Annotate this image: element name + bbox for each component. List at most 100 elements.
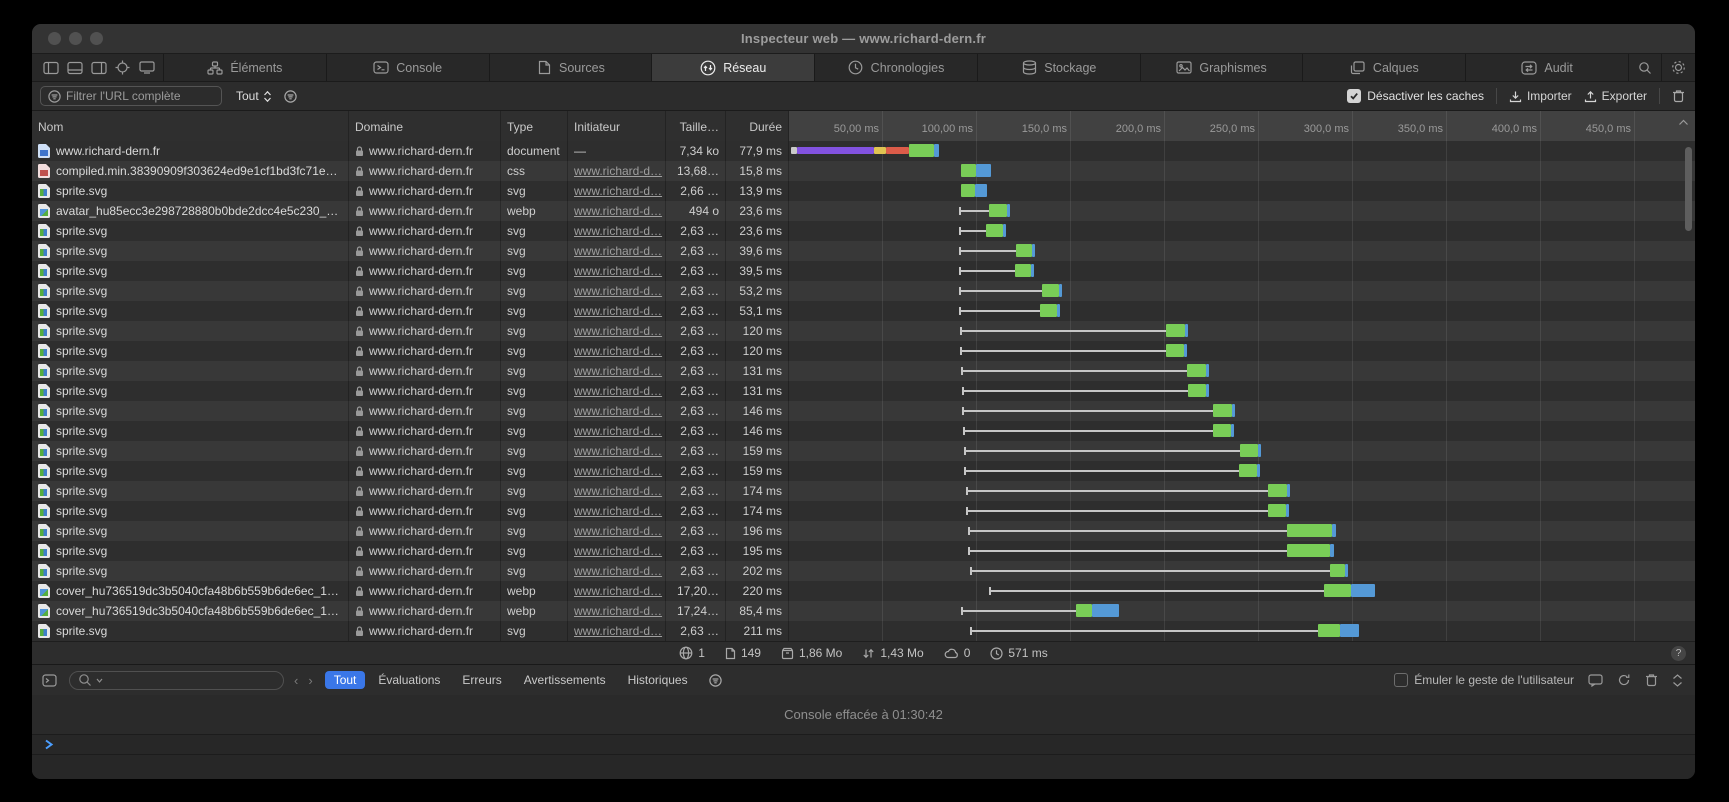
network-table-row[interactable]: sprite.svgwww.richard-dern.frsvgwww.rich…	[32, 361, 1695, 381]
url-filter-input[interactable]: Filtrer l'URL complète	[40, 86, 222, 106]
waterfall-cell[interactable]	[789, 541, 1695, 561]
filter-options-button[interactable]	[284, 90, 297, 103]
element-picker-icon[interactable]	[114, 60, 131, 75]
waterfall-cell[interactable]	[789, 321, 1695, 341]
waterfall-cell[interactable]	[789, 181, 1695, 201]
column-header-domaine[interactable]: Domaine	[349, 111, 501, 141]
network-table-row[interactable]: sprite.svgwww.richard-dern.frsvgwww.rich…	[32, 501, 1695, 521]
network-table-row[interactable]: sprite.svgwww.richard-dern.frsvgwww.rich…	[32, 541, 1695, 561]
network-table-row[interactable]: cover_hu736519dc3b5040cfa48b6b559b6de6ec…	[32, 581, 1695, 601]
console-mode-icon[interactable]	[42, 674, 57, 687]
resource-initiator[interactable]: www.richard-d…	[574, 364, 662, 378]
resource-initiator[interactable]: www.richard-d…	[574, 244, 662, 258]
network-table-row[interactable]: sprite.svgwww.richard-dern.frsvgwww.rich…	[32, 241, 1695, 261]
console-filter-button[interactable]	[709, 674, 722, 687]
column-header-duree[interactable]: Durée	[726, 111, 789, 141]
emulate-user-gesture-checkbox[interactable]	[1394, 673, 1408, 687]
console-scope-historiques[interactable]: Historiques	[619, 671, 697, 689]
resource-initiator[interactable]: www.richard-d…	[574, 564, 662, 578]
waterfall-cell[interactable]	[789, 561, 1695, 581]
clear-network-items-button[interactable]	[1672, 89, 1685, 103]
chevron-up-icon[interactable]	[1678, 119, 1689, 126]
network-table-row[interactable]: sprite.svgwww.richard-dern.frsvgwww.rich…	[32, 621, 1695, 641]
console-scope-avertissements[interactable]: Avertissements	[515, 671, 615, 689]
tab-audit[interactable]: Audit	[1466, 54, 1629, 81]
tab-console[interactable]: Console	[327, 54, 490, 81]
previous-result-button[interactable]: ‹	[294, 673, 298, 688]
resource-initiator[interactable]: www.richard-d…	[574, 324, 662, 338]
console-prompt-area[interactable]	[32, 755, 1695, 780]
network-table-row[interactable]: avatar_hu85ecc3e298728880b0bde2dcc4e5c23…	[32, 201, 1695, 221]
waterfall-cell[interactable]	[789, 421, 1695, 441]
network-table-row[interactable]: sprite.svgwww.richard-dern.frsvgwww.rich…	[32, 181, 1695, 201]
next-result-button[interactable]: ›	[308, 673, 312, 688]
network-table-row[interactable]: sprite.svgwww.richard-dern.frsvgwww.rich…	[32, 521, 1695, 541]
resource-initiator[interactable]: www.richard-d…	[574, 184, 662, 198]
emulate-user-gesture-control[interactable]: Émuler le geste de l'utilisateur	[1394, 673, 1574, 687]
network-table-row[interactable]: sprite.svgwww.richard-dern.frsvgwww.rich…	[32, 261, 1695, 281]
waterfall-cell[interactable]	[789, 581, 1695, 601]
console-scope-erreurs[interactable]: Erreurs	[453, 671, 510, 689]
waterfall-cell[interactable]	[789, 261, 1695, 281]
column-header-nom[interactable]: Nom	[32, 111, 349, 141]
waterfall-cell[interactable]	[789, 141, 1695, 161]
resource-initiator[interactable]: www.richard-d…	[574, 504, 662, 518]
column-header-taille[interactable]: Taille…	[666, 111, 726, 141]
resource-initiator[interactable]: www.richard-d…	[574, 444, 662, 458]
waterfall-cell[interactable]	[789, 401, 1695, 421]
waterfall-cell[interactable]	[789, 361, 1695, 381]
resource-initiator[interactable]: www.richard-d…	[574, 584, 662, 598]
network-table-row[interactable]: sprite.svgwww.richard-dern.frsvgwww.rich…	[32, 421, 1695, 441]
waterfall-cell[interactable]	[789, 201, 1695, 221]
network-table-row[interactable]: sprite.svgwww.richard-dern.frsvgwww.rich…	[32, 381, 1695, 401]
waterfall-cell[interactable]	[789, 501, 1695, 521]
network-table-row[interactable]: sprite.svgwww.richard-dern.frsvgwww.rich…	[32, 401, 1695, 421]
console-search-field[interactable]	[69, 671, 284, 690]
resource-initiator[interactable]: www.richard-d…	[574, 484, 662, 498]
waterfall-cell[interactable]	[789, 241, 1695, 261]
waterfall-cell[interactable]	[789, 281, 1695, 301]
waterfall-cell[interactable]	[789, 481, 1695, 501]
device-icon[interactable]	[138, 60, 155, 75]
network-table-row[interactable]: sprite.svgwww.richard-dern.frsvgwww.rich…	[32, 341, 1695, 361]
reload-icon[interactable]	[1617, 673, 1631, 687]
clear-console-button[interactable]	[1645, 673, 1658, 687]
network-table-row[interactable]: sprite.svgwww.richard-dern.frsvgwww.rich…	[32, 281, 1695, 301]
tab-calques[interactable]: Calques	[1303, 54, 1466, 81]
column-header-type[interactable]: Type	[501, 111, 568, 141]
console-scope-evaluations[interactable]: Évaluations	[369, 671, 449, 689]
network-table-row[interactable]: sprite.svgwww.richard-dern.frsvgwww.rich…	[32, 481, 1695, 501]
resource-initiator[interactable]: www.richard-d…	[574, 284, 662, 298]
traffic-lights[interactable]	[48, 24, 103, 53]
tab-graphismes[interactable]: Graphismes	[1141, 54, 1304, 81]
import-button[interactable]: Importer	[1509, 89, 1572, 103]
resource-initiator[interactable]: www.richard-d…	[574, 404, 662, 418]
console-drawer-icon[interactable]	[1588, 674, 1603, 687]
resource-initiator[interactable]: www.richard-d…	[574, 464, 662, 478]
waterfall-cell[interactable]	[789, 301, 1695, 321]
disable-caches-checkbox[interactable]	[1347, 89, 1361, 103]
resize-console-icon[interactable]	[1672, 674, 1683, 687]
waterfall-cell[interactable]	[789, 221, 1695, 241]
column-header-initiateur[interactable]: Initiateur	[568, 111, 666, 141]
resource-initiator[interactable]: www.richard-d…	[574, 264, 662, 278]
resource-type-popup[interactable]: Tout	[236, 89, 272, 103]
console-scope-tout[interactable]: Tout	[325, 671, 366, 689]
tab-stockage[interactable]: Stockage	[978, 54, 1141, 81]
zoom-window-button[interactable]	[90, 32, 103, 45]
waterfall-cell[interactable]	[789, 161, 1695, 181]
settings-button[interactable]	[1662, 54, 1695, 81]
tab-reseau[interactable]: Réseau	[652, 54, 815, 81]
waterfall-timeline-header[interactable]: 50,00 ms100,00 ms150,0 ms200,0 ms250,0 m…	[789, 111, 1695, 141]
sidebar-right-icon[interactable]	[90, 60, 107, 75]
waterfall-cell[interactable]	[789, 461, 1695, 481]
disable-caches-control[interactable]: Désactiver les caches	[1347, 89, 1484, 103]
resource-initiator[interactable]: www.richard-d…	[574, 424, 662, 438]
tab-chronologies[interactable]: Chronologies	[815, 54, 978, 81]
network-table-row[interactable]: sprite.svgwww.richard-dern.frsvgwww.rich…	[32, 321, 1695, 341]
waterfall-cell[interactable]	[789, 601, 1695, 621]
resource-initiator[interactable]: www.richard-d…	[574, 164, 662, 178]
network-table-row[interactable]: www.richard-dern.frwww.richard-dern.frdo…	[32, 141, 1695, 161]
console-prompt[interactable]	[32, 735, 1695, 755]
resource-initiator[interactable]: www.richard-d…	[574, 204, 662, 218]
